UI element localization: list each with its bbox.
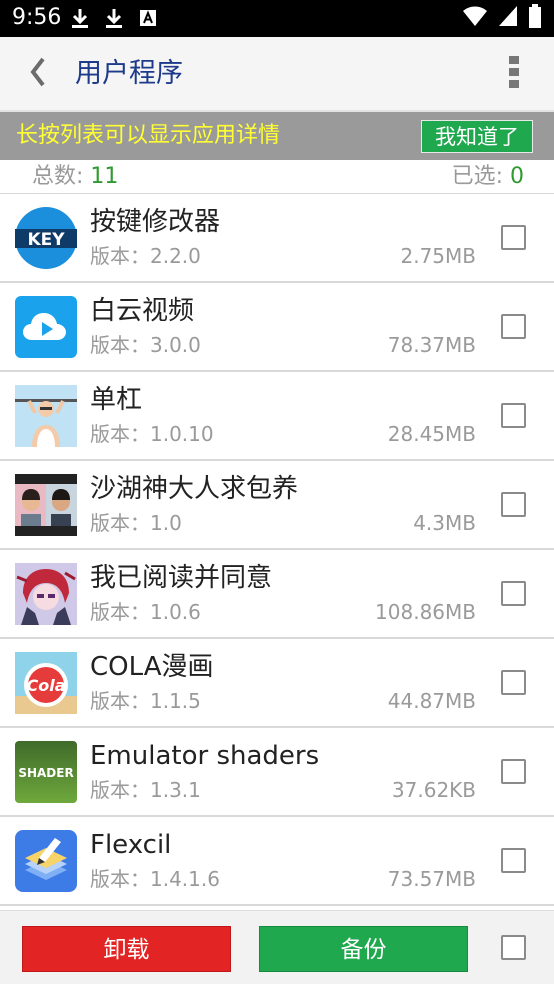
download-icon: [102, 6, 126, 30]
app-name: 单杠: [90, 385, 143, 415]
more-menu-button[interactable]: [502, 53, 526, 95]
app-row-cola[interactable]: Cola COLA漫画 版本：1.1.5 44.87MB: [0, 639, 554, 728]
total-count: 总数: 11: [32, 162, 118, 192]
summary-row: 总数: 11 已选: 0: [0, 160, 554, 194]
app-size: 28.45MB: [387, 422, 476, 446]
hint-banner: 长按列表可以显示应用详情 我知道了: [0, 112, 554, 160]
app-checkbox[interactable]: [501, 581, 526, 606]
back-button[interactable]: [18, 53, 58, 95]
app-checkbox[interactable]: [501, 670, 526, 695]
battery-icon: [528, 4, 542, 32]
app-version: 版本：1.1.5: [90, 689, 201, 713]
app-name: 我已阅读并同意: [90, 563, 273, 593]
app-row-cloud-video[interactable]: 白云视频 版本：3.0.0 78.37MB: [0, 283, 554, 372]
app-checkbox[interactable]: [501, 848, 526, 873]
status-right-icons: [462, 4, 542, 32]
app-row-shahu[interactable]: 沙湖神大人求包养 版本：1.0 4.3MB: [0, 461, 554, 550]
cola-logo-app-icon: Cola: [15, 652, 77, 714]
app-version: 版本：1.0.10: [90, 422, 214, 446]
key-app-icon: KEY: [15, 207, 77, 269]
selected-label: 已选:: [451, 164, 510, 189]
app-name: Flexcil: [90, 830, 172, 860]
app-row-emulator-shaders[interactable]: SHADER Emulator shaders 版本：1.3.1 37.62KB: [0, 728, 554, 817]
backup-button[interactable]: 备份: [259, 926, 468, 972]
a-notification-icon: [136, 6, 160, 30]
selected-count: 已选: 0: [452, 162, 524, 192]
shader-app-icon: SHADER: [15, 741, 77, 803]
select-all-checkbox[interactable]: [501, 935, 526, 960]
app-size: 2.75MB: [400, 244, 476, 268]
app-name: Emulator shaders: [90, 741, 320, 771]
wifi-icon: [462, 5, 488, 31]
app-size: 73.57MB: [387, 867, 476, 891]
app-root: 9:56 用户程序 长按列表可以显示应用详情 我知道了 总数: 11 已选: 0…: [0, 0, 554, 984]
app-size: 37.62KB: [391, 778, 476, 802]
app-size: 44.87MB: [387, 689, 476, 713]
got-it-button[interactable]: 我知道了: [421, 120, 533, 153]
app-row-flexcil[interactable]: Flexcil 版本：1.4.1.6 73.57MB: [0, 817, 554, 906]
app-version: 版本：3.0.0: [90, 333, 201, 357]
app-name: COLA漫画: [90, 652, 214, 682]
app-row-agree[interactable]: 我已阅读并同意 版本：1.0.6 108.86MB: [0, 550, 554, 639]
app-name: 按键修改器: [90, 207, 221, 237]
app-row-key-modifier[interactable]: KEY 按键修改器 版本：2.2.0 2.75MB: [0, 194, 554, 283]
app-checkbox[interactable]: [501, 314, 526, 339]
page-title: 用户程序: [75, 58, 183, 89]
total-label: 总数:: [32, 164, 91, 189]
app-checkbox[interactable]: [501, 225, 526, 250]
download-icon: [68, 6, 92, 30]
app-version: 版本：1.3.1: [90, 778, 201, 802]
status-bar: 9:56: [0, 0, 554, 37]
app-checkbox[interactable]: [501, 403, 526, 428]
cloud-video-app-icon: [15, 296, 77, 358]
app-size: 78.37MB: [387, 333, 476, 357]
uninstall-button[interactable]: 卸载: [22, 926, 231, 972]
app-version: 版本：1.0: [90, 511, 182, 535]
app-name: 沙湖神大人求包养: [90, 474, 299, 504]
shader-icon-text: SHADER: [18, 766, 73, 780]
key-icon-text: KEY: [27, 230, 65, 250]
bottom-action-bar: 卸载 备份: [0, 910, 554, 984]
cola-icon-text: Cola: [26, 676, 65, 695]
app-size: 4.3MB: [413, 511, 476, 535]
title-bar: 用户程序: [0, 37, 554, 112]
chevron-left-icon: [28, 56, 48, 92]
app-version: 版本：1.0.6: [90, 600, 201, 624]
app-checkbox[interactable]: [501, 759, 526, 784]
app-row-pullup[interactable]: 单杠 版本：1.0.10 28.45MB: [0, 372, 554, 461]
app-version: 版本：2.2.0: [90, 244, 201, 268]
anime-girl-app-icon: [15, 563, 77, 625]
more-vert-icon: [508, 55, 520, 93]
app-name: 白云视频: [90, 296, 195, 326]
app-size: 108.86MB: [375, 600, 476, 624]
app-version: 版本：1.4.1.6: [90, 867, 220, 891]
app-checkbox[interactable]: [501, 492, 526, 517]
pullup-man-app-icon: [15, 385, 77, 447]
total-value: 11: [90, 164, 119, 189]
hint-text: 长按列表可以显示应用详情: [16, 123, 281, 148]
selected-value: 0: [510, 164, 524, 189]
status-time: 9:56: [12, 5, 62, 30]
signal-icon: [498, 5, 518, 31]
flexcil-pen-app-icon: [15, 830, 77, 892]
two-people-photo-app-icon: [15, 474, 77, 536]
app-list: KEY 按键修改器 版本：2.2.0 2.75MB 白云视频 版本：3.0.0 …: [0, 194, 554, 906]
